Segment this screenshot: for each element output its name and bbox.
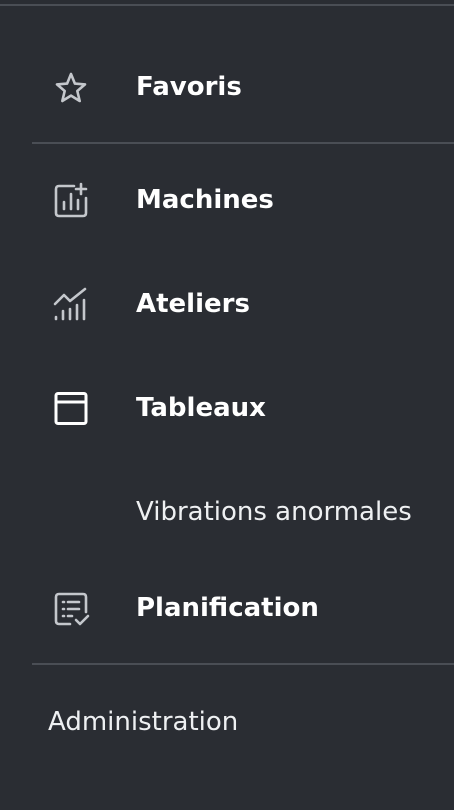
divider	[32, 663, 454, 665]
window-icon	[52, 390, 90, 428]
nav-item-ateliers[interactable]: Ateliers	[0, 272, 454, 336]
checklist-icon	[52, 590, 90, 628]
administration-link[interactable]: Administration	[48, 690, 238, 754]
bar-chart-add-icon	[52, 182, 90, 220]
nav-item-label: Planification	[136, 593, 319, 623]
star-icon	[52, 69, 90, 107]
divider	[32, 142, 454, 144]
nav-item-label: Ateliers	[136, 289, 250, 319]
nav-item-planification[interactable]: Planification	[0, 576, 454, 640]
sub-item-vibrations-anormales[interactable]: Vibrations anormales	[0, 480, 454, 544]
nav-item-label: Favoris	[136, 72, 242, 102]
nav-item-label: Machines	[136, 185, 274, 215]
top-border	[0, 4, 454, 6]
nav-item-machines[interactable]: Machines	[0, 168, 454, 232]
nav-item-tableaux[interactable]: Tableaux	[0, 376, 454, 440]
trending-up-icon	[52, 286, 90, 324]
sub-item-label: Vibrations anormales	[136, 497, 412, 527]
nav-item-favoris[interactable]: Favoris	[0, 55, 454, 119]
nav-item-label: Tableaux	[136, 393, 266, 423]
